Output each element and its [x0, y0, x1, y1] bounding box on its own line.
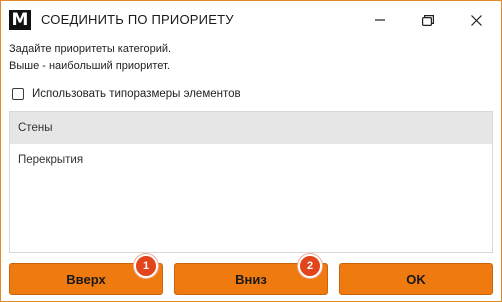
title-bar[interactable]: M СОЕДИНИТЬ ПО ПРИОРИЕТУ [1, 1, 501, 39]
use-sizes-option[interactable]: Использовать типоразмеры элементов [12, 87, 241, 101]
use-sizes-label[interactable]: Использовать типоразмеры элементов [32, 88, 241, 100]
restore-icon [422, 14, 434, 26]
close-icon [470, 14, 482, 26]
priority-list[interactable]: Стены Перекрытия [9, 111, 493, 253]
step-badge-1: 1 [134, 254, 158, 278]
maximize-button[interactable] [405, 1, 451, 39]
list-item-label: Перекрытия [18, 154, 84, 166]
minimize-icon [375, 19, 385, 21]
hint-line-2: Выше - наибольший приоритет. [9, 60, 170, 72]
dialog-window: M СОЕДИНИТЬ ПО ПРИОРИЕТУ Задайте приорит… [0, 0, 502, 302]
app-logo: M [9, 10, 31, 30]
list-item[interactable]: Стены [10, 112, 492, 144]
close-button[interactable] [453, 1, 499, 39]
step-badge-2: 2 [298, 254, 322, 278]
window-title: СОЕДИНИТЬ ПО ПРИОРИЕТУ [41, 12, 234, 27]
use-sizes-checkbox[interactable] [12, 88, 24, 100]
list-item-label: Стены [18, 122, 53, 134]
list-item[interactable]: Перекрытия [10, 144, 492, 176]
minimize-button[interactable] [357, 1, 403, 39]
ok-button[interactable]: OK [339, 263, 493, 295]
hint-line-1: Задайте приоритеты категорий. [9, 43, 172, 55]
